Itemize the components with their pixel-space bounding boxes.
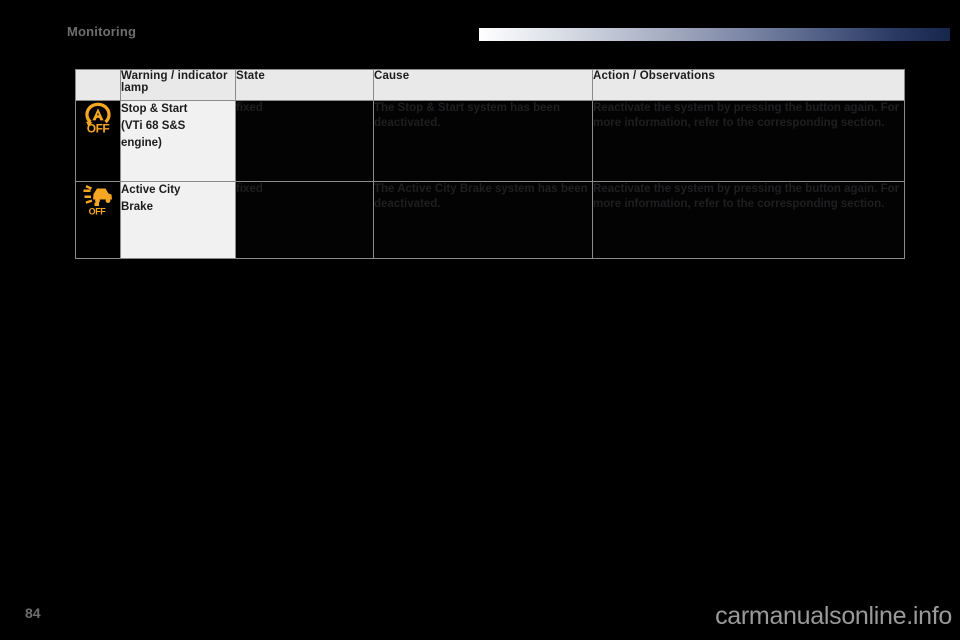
lamp-action-cell: Reactivate the system by pressing the bu… — [592, 181, 905, 259]
lamp-name-line-1: Active City — [121, 184, 181, 196]
lamp-name-line-3: engine) — [121, 137, 162, 149]
lamp-cause-cell: The Stop & Start system has been deactiv… — [373, 100, 593, 182]
lamp-name-line-2: Brake — [121, 201, 153, 213]
table-header-row: Warning / indicator lamp State Cause Act… — [75, 69, 905, 101]
active-city-brake-off-icon: OFF — [83, 185, 112, 217]
lamp-cause-cell: The Active City Brake system has been de… — [373, 181, 593, 259]
lamp-state-cell: fixed — [235, 100, 374, 182]
header-action-column: Action / Observations — [592, 69, 905, 101]
table-row: OFF Active City Brake fixed The Active C… — [75, 181, 905, 259]
svg-text:OFF: OFF — [89, 207, 107, 217]
chapter-title: Monitoring — [67, 24, 137, 39]
table-row: OFF Stop & Start (VTi 68 S&S engine) fix… — [75, 100, 905, 182]
site-watermark: carmanualsonline.info — [715, 602, 952, 630]
lamp-icon-cell: OFF — [75, 181, 121, 259]
svg-text:OFF: OFF — [87, 122, 110, 136]
header-cause-column: Cause — [373, 69, 593, 101]
header-lamp-column: Warning / indicator lamp — [120, 69, 236, 101]
lamp-name-line-2: (VTi 68 S&S — [121, 120, 186, 132]
lamp-name-cell: Stop & Start (VTi 68 S&S engine) — [120, 100, 236, 182]
warning-lamp-table: Warning / indicator lamp State Cause Act… — [75, 69, 905, 259]
lamp-state-cell: fixed — [235, 181, 374, 259]
lamp-action-cell: Reactivate the system by pressing the bu… — [592, 100, 905, 182]
lamp-name-cell: Active City Brake — [120, 181, 236, 259]
lamp-name-line-1: Stop & Start — [121, 103, 188, 115]
lamp-icon-cell: OFF — [75, 100, 121, 182]
header-state-column: State — [235, 69, 374, 101]
header-icon-column — [75, 69, 121, 101]
manual-page: Monitoring Warning / indicator lamp Stat… — [0, 0, 960, 640]
header-gradient-bar — [479, 28, 950, 41]
stop-and-start-off-icon: OFF — [85, 102, 111, 136]
page-number: 84 — [25, 605, 41, 621]
